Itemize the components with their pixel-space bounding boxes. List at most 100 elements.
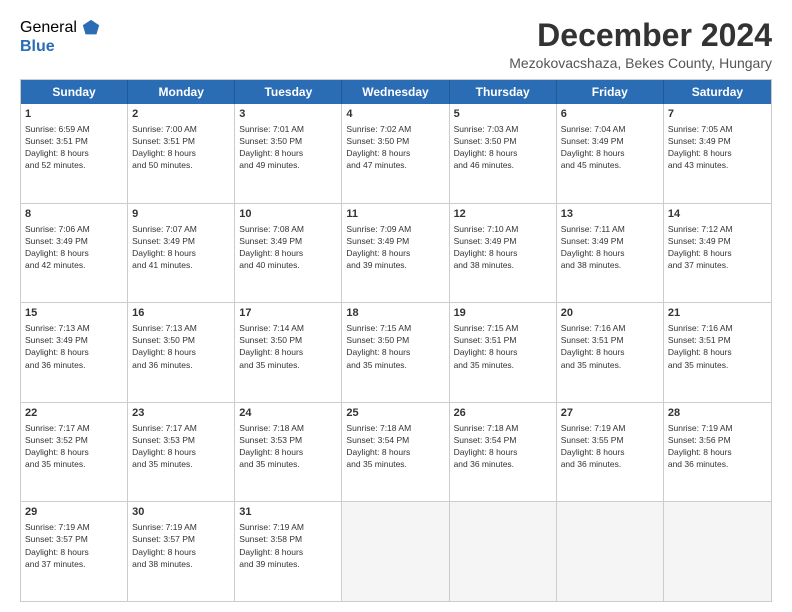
location: Mezokovacshaza, Bekes County, Hungary xyxy=(509,55,772,71)
calendar-row-3: 15 Sunrise: 7:13 AMSunset: 3:49 PMDayligh… xyxy=(21,303,771,403)
calendar-row-1: 1 Sunrise: 6:59 AMSunset: 3:51 PMDaylight… xyxy=(21,104,771,204)
day-cell-11: 11 Sunrise: 7:09 AMSunset: 3:49 PMDayligh… xyxy=(342,204,449,303)
day-info: Sunrise: 7:02 AMSunset: 3:50 PMDaylight:… xyxy=(346,124,411,170)
day-info: Sunrise: 7:13 AMSunset: 3:49 PMDaylight:… xyxy=(25,323,90,369)
day-number: 18 xyxy=(346,306,444,321)
day-info: Sunrise: 7:11 AMSunset: 3:49 PMDaylight:… xyxy=(561,224,625,270)
day-cell-26: 26Sunrise: 7:18 AMSunset: 3:54 PMDayligh… xyxy=(450,403,557,502)
empty-cell xyxy=(450,502,557,601)
day-info: Sunrise: 7:18 AMSunset: 3:54 PMDaylight:… xyxy=(454,423,519,469)
day-cell-29: 29 Sunrise: 7:19 AMSunset: 3:57 PMDayligh… xyxy=(21,502,128,601)
day-info: Sunrise: 7:15 AMSunset: 3:50 PMDaylight:… xyxy=(346,323,411,369)
day-cell-8: 8Sunrise: 7:06 AMSunset: 3:49 PMDaylight… xyxy=(21,204,128,303)
day-number: 27 xyxy=(561,406,659,421)
day-number: 7 xyxy=(668,107,767,122)
day-number: 2 xyxy=(132,107,230,122)
day-info: Sunrise: 7:19 AMSunset: 3:56 PMDaylight:… xyxy=(668,423,733,469)
day-number: 12 xyxy=(454,207,552,222)
day-cell-18: 18 Sunrise: 7:15 AMSunset: 3:50 PMDayligh… xyxy=(342,303,449,402)
day-number: 1 xyxy=(25,107,123,122)
day-info: Sunrise: 7:19 AMSunset: 3:58 PMDaylight:… xyxy=(239,522,304,568)
day-cell-25: 25 Sunrise: 7:18 AMSunset: 3:54 PMDayligh… xyxy=(342,403,449,502)
calendar-row-4: 22 Sunrise: 7:17 AMSunset: 3:52 PMDayligh… xyxy=(21,403,771,503)
day-info: Sunrise: 7:08 AMSunset: 3:49 PMDaylight:… xyxy=(239,224,304,270)
day-cell-12: 12 Sunrise: 7:10 AMSunset: 3:49 PMDayligh… xyxy=(450,204,557,303)
calendar: SundayMondayTuesdayWednesdayThursdayFrid… xyxy=(20,79,772,602)
empty-cell xyxy=(664,502,771,601)
day-header-wednesday: Wednesday xyxy=(342,80,449,104)
day-info: Sunrise: 7:00 AMSunset: 3:51 PMDaylight:… xyxy=(132,124,197,170)
day-cell-21: 21Sunrise: 7:16 AMSunset: 3:51 PMDayligh… xyxy=(664,303,771,402)
day-number: 20 xyxy=(561,306,659,321)
day-cell-6: 6Sunrise: 7:04 AMSunset: 3:49 PMDaylight… xyxy=(557,104,664,203)
day-number: 13 xyxy=(561,207,659,222)
day-header-saturday: Saturday xyxy=(664,80,771,104)
calendar-row-2: 8Sunrise: 7:06 AMSunset: 3:49 PMDaylight… xyxy=(21,204,771,304)
empty-cell xyxy=(557,502,664,601)
day-cell-9: 9Sunrise: 7:07 AMSunset: 3:49 PMDaylight… xyxy=(128,204,235,303)
day-number: 29 xyxy=(25,505,123,520)
day-cell-5: 5 Sunrise: 7:03 AMSunset: 3:50 PMDaylight… xyxy=(450,104,557,203)
day-number: 23 xyxy=(132,406,230,421)
header: General Blue December 2024 Mezokovacshaz… xyxy=(20,18,772,71)
day-header-sunday: Sunday xyxy=(21,80,128,104)
logo-blue: Blue xyxy=(20,38,55,55)
day-info: Sunrise: 7:19 AMSunset: 3:55 PMDaylight:… xyxy=(561,423,626,469)
day-header-tuesday: Tuesday xyxy=(235,80,342,104)
day-cell-4: 4 Sunrise: 7:02 AMSunset: 3:50 PMDaylight… xyxy=(342,104,449,203)
day-cell-23: 23 Sunrise: 7:17 AMSunset: 3:53 PMDayligh… xyxy=(128,403,235,502)
day-number: 3 xyxy=(239,107,337,122)
day-number: 5 xyxy=(454,107,552,122)
day-info: Sunrise: 7:18 AMSunset: 3:53 PMDaylight:… xyxy=(239,423,304,469)
day-number: 30 xyxy=(132,505,230,520)
day-cell-14: 14 Sunrise: 7:12 AMSunset: 3:49 PMDayligh… xyxy=(664,204,771,303)
day-number: 22 xyxy=(25,406,123,421)
calendar-body: 1 Sunrise: 6:59 AMSunset: 3:51 PMDaylight… xyxy=(21,104,771,601)
day-info: Sunrise: 7:10 AMSunset: 3:49 PMDaylight:… xyxy=(454,224,519,270)
day-number: 10 xyxy=(239,207,337,222)
day-cell-1: 1 Sunrise: 6:59 AMSunset: 3:51 PMDaylight… xyxy=(21,104,128,203)
day-info: Sunrise: 7:09 AMSunset: 3:49 PMDaylight:… xyxy=(346,224,411,270)
day-info: Sunrise: 7:07 AMSunset: 3:49 PMDaylight:… xyxy=(132,224,197,270)
day-cell-22: 22 Sunrise: 7:17 AMSunset: 3:52 PMDayligh… xyxy=(21,403,128,502)
day-info: Sunrise: 7:18 AMSunset: 3:54 PMDaylight:… xyxy=(346,423,411,469)
logo-flag-icon xyxy=(81,18,101,38)
day-number: 15 xyxy=(25,306,123,321)
day-number: 8 xyxy=(25,207,123,222)
day-cell-7: 7Sunrise: 7:05 AMSunset: 3:49 PMDaylight… xyxy=(664,104,771,203)
day-cell-15: 15 Sunrise: 7:13 AMSunset: 3:49 PMDayligh… xyxy=(21,303,128,402)
day-info: Sunrise: 7:19 AMSunset: 3:57 PMDaylight:… xyxy=(25,522,90,568)
day-info: Sunrise: 7:01 AMSunset: 3:50 PMDaylight:… xyxy=(239,124,304,170)
day-cell-19: 19Sunrise: 7:15 AMSunset: 3:51 PMDayligh… xyxy=(450,303,557,402)
day-cell-16: 16Sunrise: 7:13 AMSunset: 3:50 PMDayligh… xyxy=(128,303,235,402)
day-number: 25 xyxy=(346,406,444,421)
logo: General Blue xyxy=(20,18,101,56)
day-number: 4 xyxy=(346,107,444,122)
day-number: 28 xyxy=(668,406,767,421)
day-cell-17: 17Sunrise: 7:14 AMSunset: 3:50 PMDayligh… xyxy=(235,303,342,402)
day-number: 31 xyxy=(239,505,337,520)
day-info: Sunrise: 7:19 AMSunset: 3:57 PMDaylight:… xyxy=(132,522,197,568)
day-info: Sunrise: 6:59 AMSunset: 3:51 PMDaylight:… xyxy=(25,124,90,170)
day-info: Sunrise: 7:17 AMSunset: 3:52 PMDaylight:… xyxy=(25,423,90,469)
day-number: 19 xyxy=(454,306,552,321)
day-cell-20: 20Sunrise: 7:16 AMSunset: 3:51 PMDayligh… xyxy=(557,303,664,402)
day-header-friday: Friday xyxy=(557,80,664,104)
calendar-row-5: 29 Sunrise: 7:19 AMSunset: 3:57 PMDayligh… xyxy=(21,502,771,601)
day-info: Sunrise: 7:03 AMSunset: 3:50 PMDaylight:… xyxy=(454,124,519,170)
day-number: 11 xyxy=(346,207,444,222)
day-number: 14 xyxy=(668,207,767,222)
day-number: 6 xyxy=(561,107,659,122)
day-cell-13: 13 Sunrise: 7:11 AMSunset: 3:49 PMDayligh… xyxy=(557,204,664,303)
title-area: December 2024 Mezokovacshaza, Bekes Coun… xyxy=(509,18,772,71)
day-cell-31: 31 Sunrise: 7:19 AMSunset: 3:58 PMDayligh… xyxy=(235,502,342,601)
day-info: Sunrise: 7:17 AMSunset: 3:53 PMDaylight:… xyxy=(132,423,197,469)
day-info: Sunrise: 7:12 AMSunset: 3:49 PMDaylight:… xyxy=(668,224,733,270)
day-info: Sunrise: 7:16 AMSunset: 3:51 PMDaylight:… xyxy=(668,323,733,369)
day-cell-2: 2 Sunrise: 7:00 AMSunset: 3:51 PMDaylight… xyxy=(128,104,235,203)
page: General Blue December 2024 Mezokovacshaz… xyxy=(0,0,792,612)
day-cell-27: 27 Sunrise: 7:19 AMSunset: 3:55 PMDayligh… xyxy=(557,403,664,502)
day-number: 24 xyxy=(239,406,337,421)
day-cell-24: 24 Sunrise: 7:18 AMSunset: 3:53 PMDayligh… xyxy=(235,403,342,502)
day-cell-10: 10 Sunrise: 7:08 AMSunset: 3:49 PMDayligh… xyxy=(235,204,342,303)
